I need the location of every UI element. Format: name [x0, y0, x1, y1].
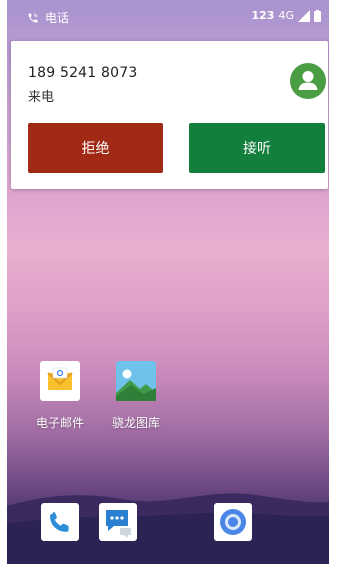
gallery-icon: [115, 360, 157, 402]
phone-call-icon: [27, 12, 39, 24]
person-icon: [298, 71, 318, 90]
status-bar: 电话 123 4G: [7, 0, 329, 36]
app-gallery[interactable]: 骁龙图库: [101, 360, 171, 431]
battery-icon: [314, 9, 321, 22]
browser-icon: [214, 503, 252, 541]
dock-messages[interactable]: [98, 502, 138, 542]
app-label: 骁龙图库: [111, 416, 160, 430]
status-bar-call-label: 电话: [45, 11, 70, 25]
status-bar-right: 123 4G: [251, 9, 321, 22]
network-type-label: 4G: [278, 9, 294, 22]
home-screen: 电话 123 4G 189 5241 8073 来电 拒绝 接听 电子邮件 骁龙…: [7, 0, 329, 564]
dock-phone[interactable]: [40, 502, 80, 542]
answer-call-button[interactable]: 接听: [189, 123, 325, 173]
call-state-label: 来电: [28, 90, 55, 105]
app-email[interactable]: 电子邮件: [25, 360, 95, 431]
signal-icon: [298, 9, 310, 22]
phone-icon: [41, 503, 79, 541]
app-label: 电子邮件: [35, 416, 84, 430]
caller-avatar: [290, 63, 326, 99]
status-bar-left: 电话: [27, 9, 69, 26]
ime-indicator: 123: [251, 9, 275, 22]
decline-call-button[interactable]: 拒绝: [28, 123, 163, 173]
email-icon: [39, 360, 81, 402]
caller-number: 189 5241 8073: [28, 65, 138, 81]
messages-icon: [99, 503, 137, 541]
dock-browser[interactable]: [213, 502, 253, 542]
incoming-call-card[interactable]: 189 5241 8073 来电 拒绝 接听: [11, 41, 328, 189]
